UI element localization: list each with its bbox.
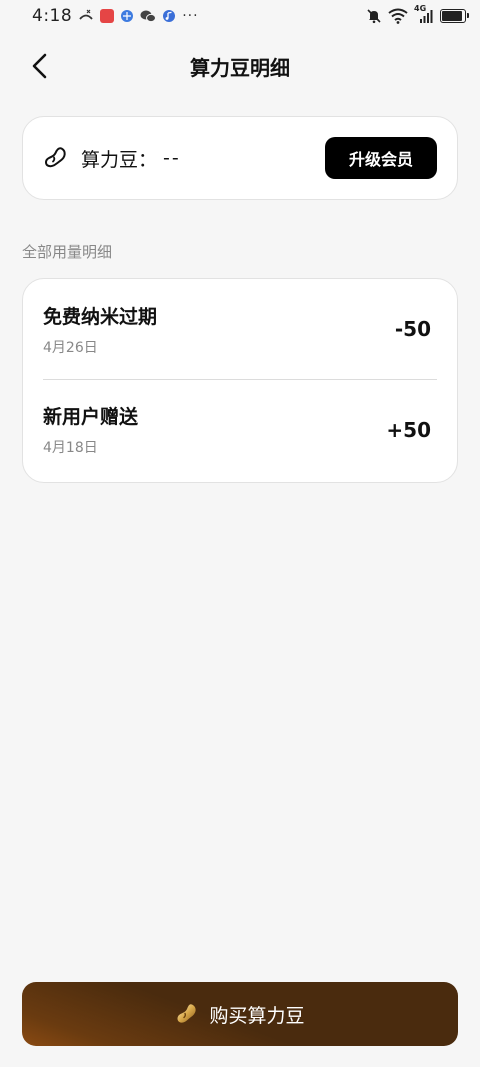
record-row: 新用户赠送 4月18日 +50: [43, 379, 437, 479]
app-notification-icon: [100, 9, 115, 23]
record-row: 免费纳米过期 4月26日 -50: [43, 279, 437, 379]
network-type-label: 4G: [414, 4, 427, 13]
record-info: 免费纳米过期 4月26日: [43, 302, 157, 357]
more-notifications-icon: ···: [182, 8, 199, 24]
music-app-icon: [162, 9, 176, 23]
missed-call-icon: [78, 9, 94, 23]
signal-icon: 4G: [414, 4, 434, 24]
back-button[interactable]: [24, 50, 56, 82]
chevron-left-icon: [32, 53, 47, 79]
wechat-icon: [140, 9, 157, 23]
records-card: 免费纳米过期 4月26日 -50 新用户赠送 4月18日 +50: [22, 278, 458, 483]
battery-fill: [442, 11, 462, 21]
status-left: 4:18 ···: [32, 6, 199, 26]
record-date: 4月26日: [43, 339, 98, 356]
gold-bean-icon: [175, 1002, 199, 1026]
browser-app-icon: [120, 9, 134, 23]
record-info: 新用户赠送 4月18日: [43, 402, 138, 457]
page-header: 算力豆明细: [0, 40, 480, 92]
record-title: 新用户赠送: [43, 406, 139, 428]
status-bar: 4:18 ··· 4G: [0, 0, 480, 32]
status-right: 4G: [366, 4, 469, 24]
section-label: 全部用量明细: [22, 243, 113, 261]
bell-off-icon: [366, 8, 382, 24]
balance-card: 算力豆： -- 升级会员: [22, 116, 458, 200]
balance-label: 算力豆：: [81, 148, 158, 171]
balance-value: --: [163, 147, 181, 169]
page-title: 算力豆明细: [190, 55, 290, 80]
record-amount: +50: [386, 417, 431, 442]
upgrade-membership-button[interactable]: 升级会员: [325, 137, 437, 179]
buy-beans-label: 购买算力豆: [209, 1005, 305, 1027]
record-amount: -50: [394, 317, 431, 341]
record-title: 免费纳米过期: [43, 305, 158, 328]
battery-icon: [440, 9, 469, 23]
buy-beans-button[interactable]: 购买算力豆: [22, 982, 458, 1046]
wifi-icon: [388, 8, 408, 24]
record-date: 4月18日: [43, 440, 98, 456]
bean-icon: [43, 145, 69, 171]
status-time: 4:18: [32, 6, 73, 26]
